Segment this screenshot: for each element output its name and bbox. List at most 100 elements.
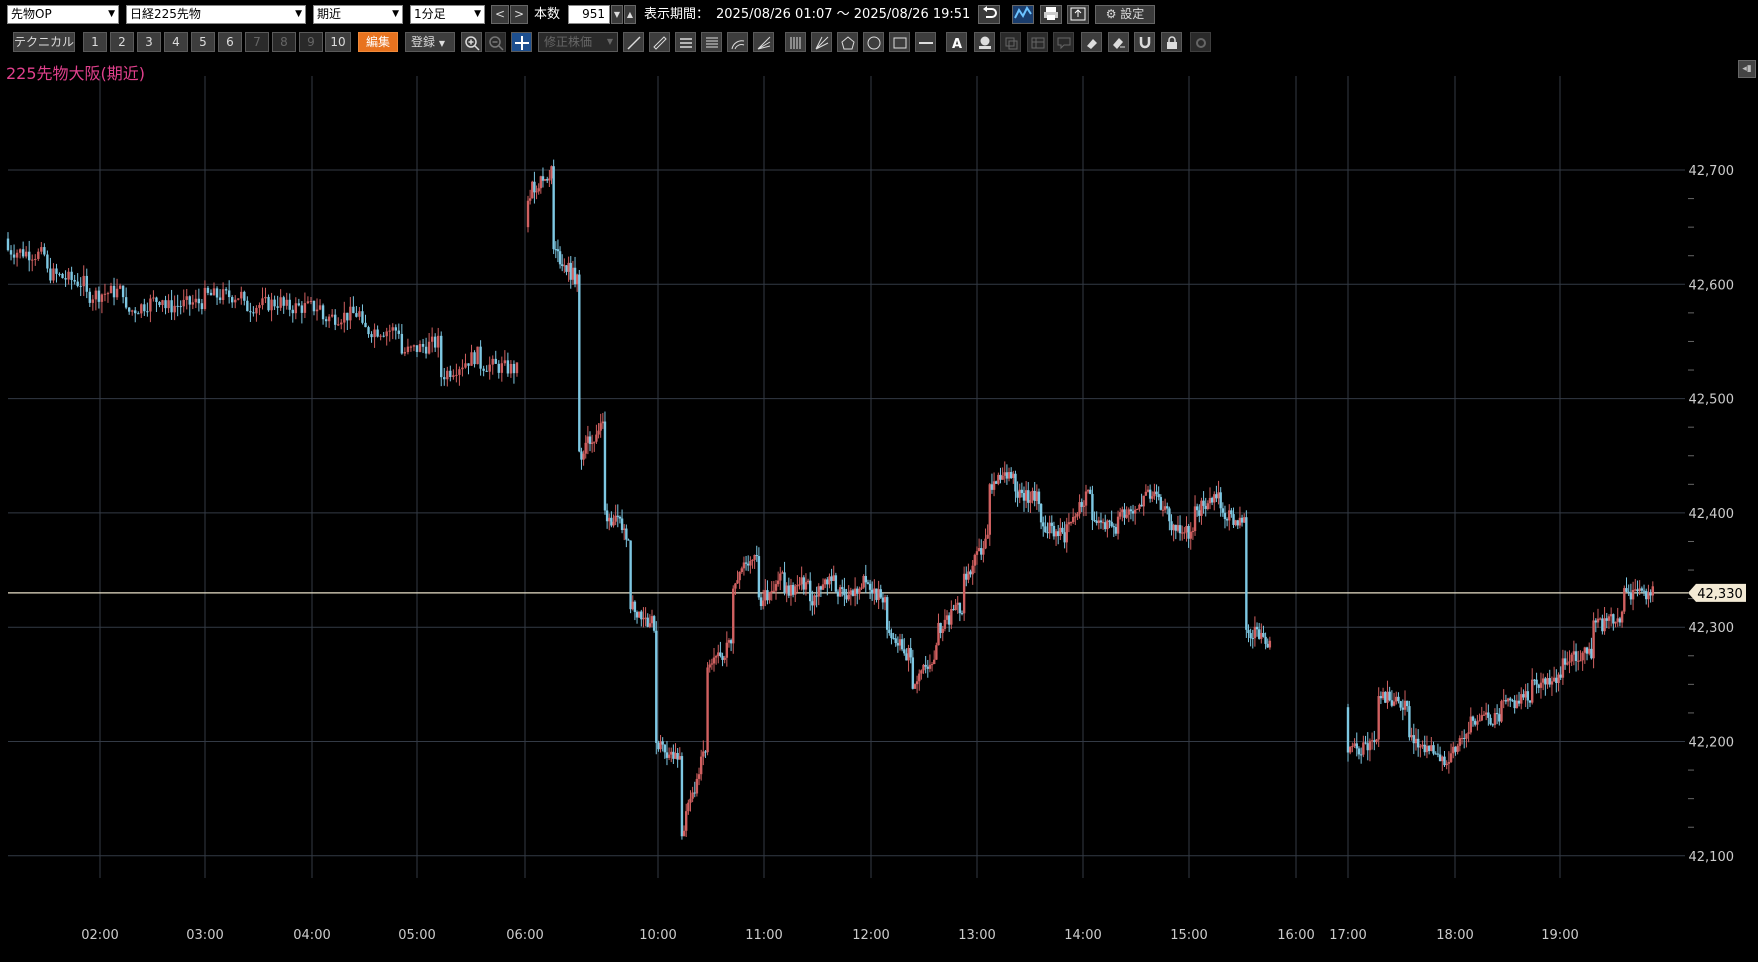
magnet-icon[interactable]	[1134, 32, 1155, 52]
candle-body	[1091, 493, 1094, 521]
candle-body	[1561, 658, 1565, 678]
export-icon[interactable]	[1067, 5, 1089, 24]
gann-icon[interactable]	[811, 32, 832, 52]
candle-body	[40, 247, 43, 252]
candle-body	[330, 314, 334, 317]
stamp-icon[interactable]	[974, 32, 995, 52]
preset-9-button[interactable]: 9	[299, 32, 323, 52]
category-select[interactable]: 先物OP ▼	[7, 5, 119, 24]
candle-body	[610, 517, 613, 526]
fan-icon[interactable]	[753, 32, 774, 52]
candle-body	[1264, 636, 1267, 644]
preset-7-button[interactable]: 7	[245, 32, 269, 52]
zoom-out-icon[interactable]	[485, 32, 506, 52]
table-icon[interactable]	[1027, 32, 1048, 52]
candle-body	[209, 292, 213, 296]
bar-count-dropdown-icon[interactable]: ▼	[611, 5, 623, 24]
candle-body	[61, 273, 64, 279]
trendline-icon[interactable]	[623, 32, 644, 52]
candle-body	[1223, 512, 1227, 520]
eraser-all-icon[interactable]	[1108, 32, 1129, 52]
bar-count-input[interactable]: 951	[568, 5, 610, 24]
candle-body	[695, 778, 699, 794]
chart-mode-icon[interactable]	[1012, 5, 1034, 24]
candle-body	[321, 305, 325, 320]
candle-body	[1651, 586, 1655, 596]
candle-body	[772, 590, 776, 592]
candle-body	[203, 287, 207, 310]
prev-button[interactable]: <	[491, 5, 509, 24]
candle-body	[230, 297, 234, 303]
candle-body	[1123, 509, 1126, 518]
text-icon[interactable]: A	[946, 32, 967, 52]
arc-icon[interactable]	[727, 32, 748, 52]
next-button[interactable]: >	[510, 5, 528, 24]
rectangle-icon[interactable]	[889, 32, 910, 52]
preset-2-button[interactable]: 2	[110, 32, 134, 52]
register-dropdown[interactable]: 登録 ▼	[405, 32, 455, 52]
interval-select[interactable]: 1分足 ▼	[410, 5, 485, 24]
candle-body	[446, 370, 449, 380]
candle-body	[1373, 740, 1376, 743]
candle-body	[732, 588, 735, 644]
candle-body	[755, 555, 758, 557]
candle-body	[327, 316, 331, 322]
candle-body	[911, 657, 915, 689]
candle-body	[1099, 520, 1103, 523]
candle-body	[982, 548, 985, 555]
candle-body	[601, 421, 605, 424]
candle-body	[984, 538, 987, 549]
instrument-select[interactable]: 日経225先物 ▼	[126, 5, 306, 24]
preset-1-button[interactable]: 1	[83, 32, 107, 52]
candle-body	[121, 285, 125, 298]
candle-body	[1346, 707, 1350, 753]
settings-button[interactable]: ⚙ 設定	[1095, 5, 1155, 24]
candle-body	[461, 367, 464, 370]
crosshair-icon[interactable]	[511, 32, 532, 52]
candle-body	[1577, 660, 1580, 662]
undo-icon[interactable]	[978, 5, 1000, 24]
preset-3-button[interactable]: 3	[137, 32, 161, 52]
preset-4-button[interactable]: 4	[164, 32, 188, 52]
horizontal-line-icon[interactable]	[915, 32, 936, 52]
print-icon[interactable]	[1040, 5, 1062, 24]
candle-body	[834, 575, 838, 592]
candle-body	[1476, 721, 1479, 725]
preset-6-button[interactable]: 6	[218, 32, 242, 52]
fibonacci-icon[interactable]	[701, 32, 722, 52]
adjusted-price-select[interactable]: 修正株価 ▼	[538, 32, 618, 52]
candle-body	[261, 298, 264, 306]
candle-body	[512, 363, 516, 374]
preset-8-button[interactable]: 8	[272, 32, 296, 52]
svg-text:A: A	[952, 37, 962, 51]
candle-body	[343, 312, 346, 323]
candle-body	[571, 267, 575, 280]
candle-body	[864, 576, 867, 583]
edit-button[interactable]: 編集	[358, 32, 398, 52]
gear-icon[interactable]	[1190, 32, 1211, 52]
lock-icon[interactable]	[1161, 32, 1182, 52]
candle-body	[830, 576, 833, 581]
polygon-icon[interactable]	[837, 32, 858, 52]
candle-body	[962, 573, 966, 614]
horizontal-lines-icon[interactable]	[675, 32, 696, 52]
preset-5-button[interactable]: 5	[191, 32, 215, 52]
copy-icon[interactable]	[1000, 32, 1021, 52]
bar-count-stepper-icon[interactable]: ▲	[624, 5, 636, 24]
contract-select-value: 期近	[317, 7, 342, 21]
circle-icon[interactable]	[863, 32, 884, 52]
candle-body	[367, 327, 370, 335]
preset-10-button[interactable]: 10	[325, 32, 351, 52]
candle-body	[595, 434, 598, 442]
contract-select[interactable]: 期近 ▼	[313, 5, 403, 24]
vertical-lines-icon[interactable]	[785, 32, 806, 52]
technical-button[interactable]: テクニカル	[13, 32, 75, 52]
ruler-icon[interactable]	[649, 32, 670, 52]
candle-body	[528, 198, 532, 201]
candle-body	[1557, 674, 1560, 684]
price-chart[interactable]: 02:00 03:00 04:00 05:00 06:00 10:00 11:00 12:00…	[0, 76, 1758, 959]
eraser-icon[interactable]	[1081, 32, 1102, 52]
comment-icon[interactable]	[1053, 32, 1074, 52]
zoom-in-icon[interactable]	[461, 32, 482, 52]
candle-body	[888, 629, 891, 634]
